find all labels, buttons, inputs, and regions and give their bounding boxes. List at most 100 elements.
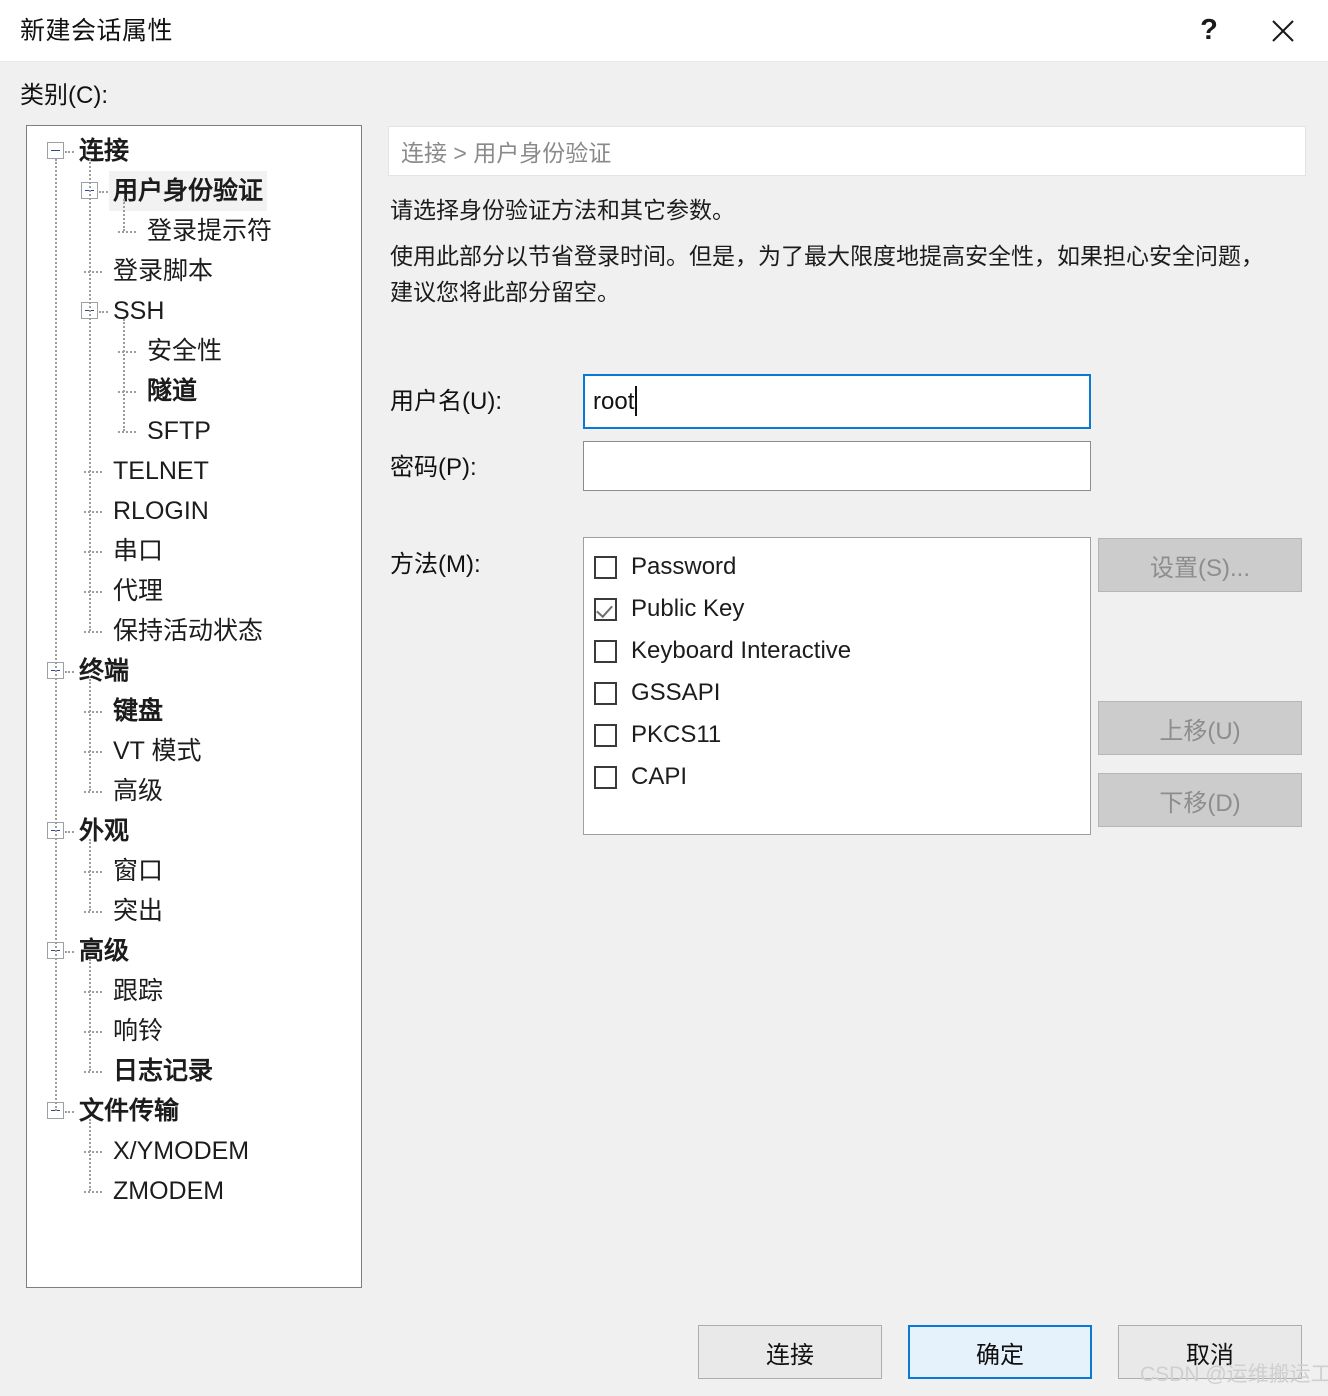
method-row[interactable]: CAPI	[594, 756, 687, 798]
tree-item-16[interactable]: VT 模式	[27, 731, 361, 771]
tree-trunk-line	[123, 199, 126, 231]
tree-item-label: SSH	[113, 297, 165, 325]
tree-item-6[interactable]: 安全性	[27, 331, 361, 371]
tree-item-10[interactable]: RLOGIN	[27, 491, 361, 531]
move-up-button[interactable]: 上移(U)	[1098, 701, 1302, 755]
password-input[interactable]	[583, 441, 1091, 491]
close-icon	[1272, 19, 1294, 42]
tree-item-23[interactable]: 响铃	[27, 1011, 361, 1051]
question-mark-icon: ?	[1200, 14, 1218, 46]
tree-item-label: 日志记录	[113, 1057, 214, 1085]
tree-item-label: X/YMODEM	[113, 1137, 250, 1165]
methods-list[interactable]: Password Public Key Keyboard Interactive GS…	[583, 537, 1091, 835]
category-label: 类别(C):	[20, 82, 108, 109]
tree-item-14[interactable]: 终端	[27, 651, 361, 691]
ok-button[interactable]: 确定	[908, 1325, 1092, 1379]
method-row[interactable]: Public Key	[594, 588, 744, 630]
description-line-2: 使用此部分以节省登录时间。但是，为了最大限度地提高安全性，如果担心安全问题，	[390, 243, 1264, 269]
tree-item-17[interactable]: 高级	[27, 771, 361, 811]
tree-item-label: ZMODEM	[113, 1177, 225, 1205]
checkbox-unchecked-icon[interactable]	[594, 681, 617, 705]
tree-item-label: 高级	[79, 937, 130, 965]
move-down-button[interactable]: 下移(D)	[1098, 773, 1302, 827]
tree-item-label: 高级	[113, 777, 164, 805]
tree-item-label: 安全性	[147, 337, 223, 365]
tree-item-label: 登录脚本	[113, 257, 214, 285]
tree-item-label: TELNET	[113, 457, 209, 485]
tree-item-label: 串口	[113, 537, 164, 565]
connect-button[interactable]: 连接	[698, 1325, 882, 1379]
tree-item-label: 窗口	[113, 857, 164, 885]
tree-item-22[interactable]: 跟踪	[27, 971, 361, 1011]
watermark: CSDN @运维搬运工	[1140, 1363, 1328, 1386]
tree-item-21[interactable]: 高级	[27, 931, 361, 971]
description-line-3: 建议您将此部分留空。	[390, 279, 620, 305]
username-input[interactable]	[583, 374, 1091, 429]
checkbox-unchecked-icon[interactable]	[594, 555, 617, 579]
tree-item-19[interactable]: 窗口	[27, 851, 361, 891]
method-label: PKCS11	[631, 721, 722, 748]
category-tree[interactable]: 连接用户身份验证登录提示符登录脚本 SSH 安全性隧道 SFTP TELNET RLOGI…	[26, 125, 362, 1288]
tree-item-13[interactable]: 保持活动状态	[27, 611, 361, 651]
settings-button[interactable]: 设置(S)...	[1098, 538, 1302, 592]
tree-item-label: 跟踪	[113, 977, 164, 1005]
tree-item-label: VT 模式	[113, 737, 202, 765]
tree-trunk-line	[89, 159, 92, 631]
checkbox-unchecked-icon[interactable]	[594, 765, 617, 789]
method-label: GSSAPI	[631, 679, 721, 706]
tree-item-25[interactable]: 文件传输	[27, 1091, 361, 1131]
method-row[interactable]: PKCS11	[594, 714, 721, 756]
tree-item-label: 隧道	[147, 377, 198, 405]
tree-item-4[interactable]: 登录脚本	[27, 251, 361, 291]
method-row[interactable]: Password	[594, 546, 736, 588]
checkbox-unchecked-icon[interactable]	[594, 639, 617, 663]
method-label: Password	[631, 553, 737, 580]
tree-item-12[interactable]: 代理	[27, 571, 361, 611]
checkbox-checked-icon[interactable]	[594, 597, 617, 621]
password-label: 密码(P):	[390, 454, 477, 481]
tree-item-3[interactable]: 登录提示符	[27, 211, 361, 251]
tree-item-label: 外观	[79, 817, 130, 845]
breadcrumb-text: 连接 > 用户身份验证	[401, 140, 612, 166]
tree-item-label: 突出	[113, 897, 164, 925]
text-cursor	[635, 386, 638, 416]
tree-item-11[interactable]: 串口	[27, 531, 361, 571]
checkbox-unchecked-icon[interactable]	[594, 723, 617, 747]
tree-item-2[interactable]: 用户身份验证	[27, 171, 361, 211]
tree-item-label: SFTP	[147, 417, 211, 445]
tree-trunk-line	[89, 959, 92, 1071]
tree-item-label: 终端	[79, 657, 130, 685]
methods-label: 方法(M):	[390, 551, 481, 578]
window-title: 新建会话属性	[20, 17, 174, 45]
tree-item-label: 连接	[79, 137, 130, 165]
tree-trunk-line	[55, 159, 58, 1111]
tree-item-9[interactable]: TELNET	[27, 451, 361, 491]
tree-item-18[interactable]: 外观	[27, 811, 361, 851]
tree-item-label: 响铃	[113, 1017, 164, 1045]
tree-item-27[interactable]: ZMODEM	[27, 1171, 361, 1211]
tree-item-5[interactable]: SSH	[27, 291, 361, 331]
method-label: CAPI	[631, 763, 688, 790]
close-button[interactable]	[1252, 0, 1314, 61]
tree-item-label: 登录提示符	[147, 217, 273, 245]
tree-item-8[interactable]: SFTP	[27, 411, 361, 451]
tree-trunk-line	[89, 839, 92, 911]
tree-item-20[interactable]: 突出	[27, 891, 361, 931]
username-label: 用户名(U):	[390, 388, 502, 415]
tree-item-label: 保持活动状态	[113, 617, 264, 645]
method-row[interactable]: GSSAPI	[594, 672, 720, 714]
tree-item-26[interactable]: X/YMODEM	[27, 1131, 361, 1171]
tree-item-7[interactable]: 隧道	[27, 371, 361, 411]
help-button[interactable]: ?	[1178, 0, 1240, 61]
tree-item-label: 键盘	[113, 697, 164, 725]
tree-item-1[interactable]: 连接	[27, 131, 361, 171]
method-label: Keyboard Interactive	[631, 637, 852, 664]
tree-trunk-line	[123, 319, 126, 431]
tree-item-24[interactable]: 日志记录	[27, 1051, 361, 1091]
breadcrumb: 连接 > 用户身份验证	[388, 126, 1306, 176]
tree-item-label: 代理	[113, 577, 164, 605]
description-line-1: 请选择身份验证方法和其它参数。	[390, 197, 735, 223]
method-row[interactable]: Keyboard Interactive	[594, 630, 851, 672]
tree-item-15[interactable]: 键盘	[27, 691, 361, 731]
title-bar: 新建会话属性 ?	[0, 0, 1328, 62]
